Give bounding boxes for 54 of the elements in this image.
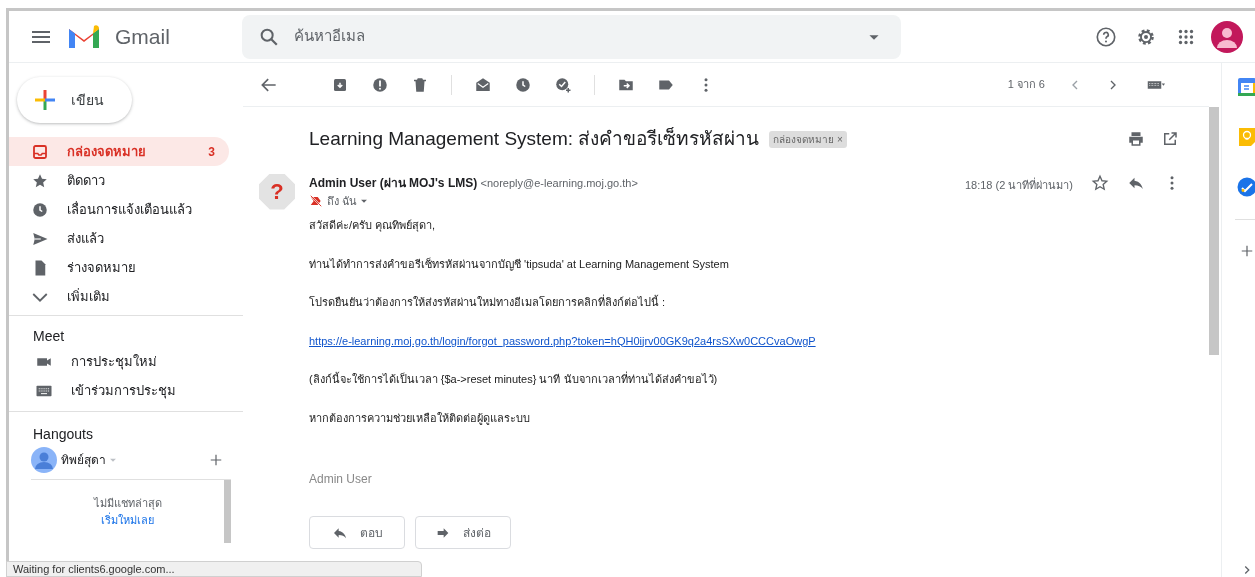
print-icon[interactable] xyxy=(1127,130,1145,149)
search-field[interactable]: ค้นหาอีเมล xyxy=(242,14,901,59)
body-paragraph: หากต้องการความช่วยเหลือให้ติดต่อผู้ดูแลระบบ xyxy=(309,410,530,426)
spam-icon[interactable] xyxy=(371,75,389,94)
trash-icon[interactable] xyxy=(411,75,429,94)
gmail-logo-icon[interactable] xyxy=(67,23,101,50)
sidebar-item[interactable]: ร่างจดหมาย xyxy=(9,253,229,282)
sidebar-item[interactable]: ติดดาว xyxy=(9,166,229,195)
plus-icon xyxy=(33,88,57,112)
app-name: Gmail xyxy=(115,23,170,50)
section-title: Meet xyxy=(32,327,65,346)
start-chat-link[interactable]: เริ่มใหม่เลย xyxy=(101,511,154,528)
clock-icon xyxy=(31,200,49,219)
sender-name: Admin User (ผ่าน MOJ's LMS) xyxy=(309,175,478,190)
scrollbar[interactable] xyxy=(224,480,231,543)
body-paragraph: โปรดยืนยันว่าต้องการให้ส่งรหัสผ่านใหม่ทางอีเมลโดยการคลิกที่ลิงก์ต่อไปนี้ : xyxy=(309,294,666,310)
sidebar-item[interactable]: เพิ่มเติม xyxy=(9,282,229,311)
forward-button[interactable]: ส่งต่อ xyxy=(415,516,511,549)
body-paragraph: (ลิงก์นี้จะใช้การได้เป็นเวลา {$a->reset minutes} นาที นับจากเวลาที่ท่านได้ส่งคำขอไว้) xyxy=(309,371,718,387)
signature: Admin User xyxy=(309,471,372,488)
important-off-icon[interactable] xyxy=(309,193,323,208)
user-avatar-icon[interactable] xyxy=(31,447,57,473)
meet-item[interactable]: การประชุมใหม่ xyxy=(9,347,209,376)
sidebar-item[interactable]: เลื่อนการแจ้งเตือนแล้ว xyxy=(9,195,229,224)
empty-chat-text: ไม่มีแชทล่าสุด xyxy=(93,496,162,512)
body-paragraph: สวัสดีค่ะ/ครับ คุณทิพย์สุดา, xyxy=(309,218,436,234)
checkmark-icon[interactable] xyxy=(1236,177,1255,197)
search-input[interactable]: ค้นหาอีเมล xyxy=(294,25,849,48)
pager-text: 1 จาก 6 xyxy=(1007,77,1045,93)
scrollbar[interactable] xyxy=(1209,107,1219,355)
body-paragraph: ท่านได้ทำการส่งคำขอรีเซ็ทรหัสผ่านจากบัญชี 'tipsuda' at Learning Management System xyxy=(309,256,729,272)
hangouts-user[interactable]: ทิพย์สุดา xyxy=(61,451,106,469)
recipient-text[interactable]: ถึง ฉัน xyxy=(327,192,358,209)
calendar-icon[interactable] xyxy=(1236,77,1255,97)
section-title: Hangouts xyxy=(32,425,93,444)
sidebar-item[interactable]: ส่งแล้ว xyxy=(9,224,229,253)
clock-icon[interactable] xyxy=(514,75,532,94)
sender-email: <noreply@e-learning.moj.go.th> xyxy=(480,176,638,189)
unread-count: 3 xyxy=(208,143,215,161)
label-chip[interactable]: กล่องจดหมาย × xyxy=(769,130,847,148)
reset-link[interactable]: https://e-learning.moj.go.th/login/forgot_password.php?token=hQH0ijrv00GK9q2a4rsSXw0CCCvaOwgP xyxy=(309,332,816,349)
reply-button[interactable]: ตอบ xyxy=(309,516,405,549)
help-icon[interactable] xyxy=(1095,25,1117,48)
email-time: 18:18 (2 นาทีที่ผ่านมา) xyxy=(964,176,1073,193)
sender-avatar: ? xyxy=(259,173,295,210)
compose-button[interactable]: เขียน xyxy=(17,77,132,123)
inbox-icon xyxy=(31,142,49,161)
star-icon[interactable] xyxy=(1091,173,1109,192)
sidebar-item[interactable]: กล่องจดหมาย 3 xyxy=(9,137,229,166)
meet-item[interactable]: เข้าร่วมการประชุม xyxy=(9,376,209,405)
status-bar: Waiting for clients6.google.com... xyxy=(6,561,422,577)
add-task-icon[interactable] xyxy=(554,75,572,94)
email-subject: Learning Management System: ส่งคำขอรีเซ็ทรหัสผ่าน xyxy=(309,126,760,151)
avatar-icon[interactable] xyxy=(1211,20,1243,53)
